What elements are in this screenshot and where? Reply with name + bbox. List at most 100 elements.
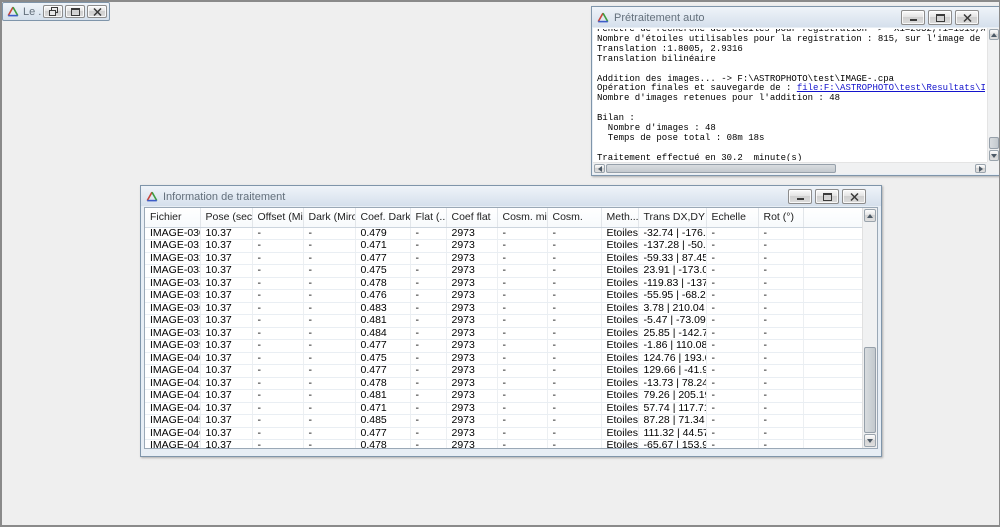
table-cell: - [303,365,355,378]
table-cell: - [547,340,601,353]
table-row[interactable]: IMAGE-037....10.37--0.481-2973--Etoiles-… [145,315,862,328]
horizontal-scroll-thumb[interactable] [606,164,836,173]
scroll-left-button[interactable] [594,164,605,173]
table-row[interactable]: IMAGE-044....10.37--0.471-2973--Etoiles5… [145,402,862,415]
scroll-up-button[interactable] [864,209,876,222]
table-row[interactable]: IMAGE-038....10.37--0.484-2973--Etoiles2… [145,327,862,340]
scroll-right-button[interactable] [975,164,986,173]
table-cell: - [758,252,803,265]
table-row[interactable]: IMAGE-045....10.37--0.485-2973--Etoiles8… [145,415,862,428]
table-cell: 2973 [446,365,497,378]
table-row[interactable]: IMAGE-039....10.37--0.477-2973--Etoiles-… [145,340,862,353]
column-header[interactable]: Pose (sec) [200,208,252,227]
restore-button[interactable] [43,5,63,18]
table-cell: Etoiles [601,327,638,340]
table-row[interactable]: IMAGE-030....10.37--0.479-2973--Etoiles-… [145,227,862,240]
table-cell [803,415,862,428]
table-cell: - [410,227,446,240]
table-cell: - [303,265,355,278]
treatment-table: FichierPose (sec)Offset (Mi...Dark (Miro… [145,208,862,448]
column-header[interactable]: Rot (°) [758,208,803,227]
vertical-scroll-thumb[interactable] [989,137,999,149]
table-cell: - [547,365,601,378]
down-arrow-icon [991,154,997,158]
table-cell: 2973 [446,402,497,415]
table-cell: - [303,415,355,428]
table-cell: - [252,390,303,403]
table-cell: IMAGE-044.... [145,402,200,415]
column-header[interactable]: Dark (Miro... [303,208,355,227]
table-cell: - [497,290,547,303]
table-cell [803,227,862,240]
table-cell: -59.33 | 87.45 [638,252,706,265]
scroll-down-button[interactable] [864,434,876,447]
table-cell: - [303,340,355,353]
information-titlebar[interactable]: Information de traitement [141,186,881,206]
column-header[interactable]: Coef flat [446,208,497,227]
column-header[interactable]: Coef. Dark [355,208,410,227]
table-row[interactable]: IMAGE-041....10.37--0.477-2973--Etoiles1… [145,365,862,378]
iris-triangle-icon [146,191,159,203]
table-cell: Etoiles [601,415,638,428]
table-row[interactable]: IMAGE-031....10.37--0.471-2973--Etoiles-… [145,240,862,253]
minimize-button[interactable] [901,10,925,25]
table-cell: - [252,402,303,415]
maximize-button[interactable] [65,5,85,18]
column-header[interactable]: Echelle [706,208,758,227]
table-cell: 10.37 [200,427,252,440]
table-row[interactable]: IMAGE-036....10.37--0.483-2973--Etoiles3… [145,302,862,315]
column-header[interactable]: Fichier [145,208,200,227]
column-header[interactable]: Trans DX,DY [638,208,706,227]
table-row[interactable]: IMAGE-046....10.37--0.477-2973--Etoiles1… [145,427,862,440]
table-cell [803,340,862,353]
column-header[interactable]: Cosm. [547,208,601,227]
log-horizontal-scrollbar[interactable] [593,162,987,174]
column-header[interactable]: Flat (... [410,208,446,227]
column-header[interactable]: Offset (Mi... [252,208,303,227]
maximize-button[interactable] [928,10,952,25]
column-header[interactable] [803,208,862,227]
table-cell: 2973 [446,390,497,403]
scroll-up-button[interactable] [989,29,999,40]
table-cell: Etoiles [601,227,638,240]
table-row[interactable]: IMAGE-042....10.37--0.478-2973--Etoiles-… [145,377,862,390]
column-header[interactable]: Cosm. miroir [497,208,547,227]
vertical-scroll-thumb[interactable] [864,347,876,433]
table-row[interactable]: IMAGE-034....10.37--0.478-2973--Etoiles-… [145,277,862,290]
minimized-window[interactable]: Le ... [2,2,110,21]
column-header[interactable]: Meth... [601,208,638,227]
table-cell: 10.37 [200,302,252,315]
table-header-row: FichierPose (sec)Offset (Mi...Dark (Miro… [145,208,862,227]
log-vertical-scrollbar[interactable] [987,28,1000,162]
table-cell: - [410,265,446,278]
close-button[interactable] [842,189,866,204]
table-cell: - [497,352,547,365]
table-cell [803,240,862,253]
table-cell: 25.85 | -142.71 [638,327,706,340]
table-row[interactable]: IMAGE-043....10.37--0.481-2973--Etoiles7… [145,390,862,403]
result-file-link[interactable]: file:F:\ASTROPHOTO\test\Resultats\IMAGE.… [797,83,985,93]
table-cell: 0.477 [355,427,410,440]
table-cell: 87.28 | 71.34 [638,415,706,428]
scroll-down-button[interactable] [989,150,999,161]
maximize-button[interactable] [815,189,839,204]
table-row[interactable]: IMAGE-040....10.37--0.475-2973--Etoiles1… [145,352,862,365]
table-cell: IMAGE-041.... [145,365,200,378]
pretraitement-titlebar[interactable]: Prétraitement auto [592,7,1000,27]
table-row[interactable]: IMAGE-033....10.37--0.475-2973--Etoiles2… [145,265,862,278]
minimize-button[interactable] [788,189,812,204]
table-cell: - [497,265,547,278]
pretraitement-window: Prétraitement auto Fenêtre de recherche … [591,6,1000,176]
table-cell: - [497,440,547,449]
table-row[interactable]: IMAGE-035....10.37--0.476-2973--Etoiles-… [145,290,862,303]
table-row[interactable]: IMAGE-047....10.37--0.478-2973--Etoiles-… [145,440,862,449]
table-cell: 0.483 [355,302,410,315]
close-button[interactable] [955,10,979,25]
table-cell: - [303,377,355,390]
table-cell: - [758,402,803,415]
close-button[interactable] [87,5,107,18]
table-cell: - [497,365,547,378]
table-cell: Etoiles [601,440,638,449]
table-row[interactable]: IMAGE-032....10.37--0.477-2973--Etoiles-… [145,252,862,265]
table-vertical-scrollbar[interactable] [862,208,877,448]
